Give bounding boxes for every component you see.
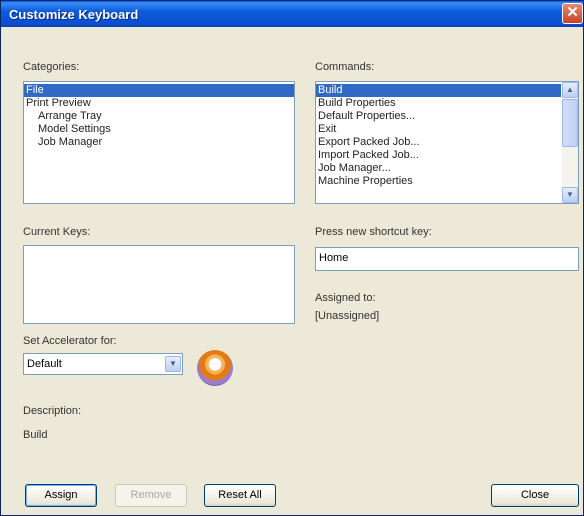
list-item[interactable]: Import Packed Job...: [316, 149, 561, 162]
close-button[interactable]: Close: [491, 484, 579, 507]
list-item[interactable]: File: [24, 84, 294, 97]
scroll-down-icon[interactable]: ▼: [562, 187, 578, 203]
list-item[interactable]: Print Preview: [24, 97, 294, 110]
list-item[interactable]: Default Properties...: [316, 110, 561, 123]
list-item[interactable]: Build Properties: [316, 97, 561, 110]
current-keys-label: Current Keys:: [23, 226, 91, 238]
window-title: Customize Keyboard: [9, 7, 139, 22]
current-keys-list[interactable]: [23, 245, 295, 324]
assigned-label: Assigned to:: [315, 292, 376, 304]
assigned-value: [Unassigned]: [315, 310, 380, 322]
list-item[interactable]: Job Manager...: [316, 162, 561, 175]
remove-button[interactable]: Remove: [115, 484, 187, 507]
list-item[interactable]: Exit: [316, 123, 561, 136]
customize-keyboard-dialog: Customize Keyboard ✕ Categories: File Pri…: [0, 0, 584, 516]
shortcut-input[interactable]: Home: [315, 247, 579, 271]
assign-button[interactable]: Assign: [25, 484, 97, 507]
list-item[interactable]: Job Manager: [24, 136, 294, 149]
commands-label: Commands:: [315, 61, 375, 73]
accelerator-orb-icon[interactable]: [197, 350, 233, 386]
reset-all-button[interactable]: Reset All: [204, 484, 276, 507]
scroll-thumb[interactable]: [562, 99, 578, 147]
categories-label: Categories:: [23, 61, 80, 73]
categories-list[interactable]: File Print Preview Arrange Tray Model Setti…: [23, 81, 295, 204]
list-item[interactable]: Machine Properties: [316, 175, 561, 188]
description-value: Build: [23, 429, 48, 441]
list-item[interactable]: Export Packed Job...: [316, 136, 561, 149]
list-item[interactable]: Arrange Tray: [24, 110, 294, 123]
list-item[interactable]: Build: [316, 84, 561, 97]
chevron-down-icon[interactable]: ▼: [165, 356, 181, 372]
shortcut-value: Home: [319, 252, 349, 264]
close-icon[interactable]: ✕: [562, 3, 583, 24]
list-item[interactable]: Model Settings: [24, 123, 294, 136]
commands-scrollbar[interactable]: ▲ ▼: [562, 82, 578, 203]
shortcut-label: Press new shortcut key:: [315, 226, 432, 238]
accelerator-value: Default: [27, 358, 62, 370]
scroll-up-icon[interactable]: ▲: [562, 82, 578, 98]
accelerator-label: Set Accelerator for:: [23, 335, 117, 347]
accelerator-select[interactable]: Default ▼: [23, 353, 183, 375]
commands-list[interactable]: Build Build Properties Default Properties.…: [315, 81, 579, 204]
description-label: Description:: [23, 405, 82, 417]
title-bar[interactable]: Customize Keyboard ✕: [1, 1, 583, 27]
